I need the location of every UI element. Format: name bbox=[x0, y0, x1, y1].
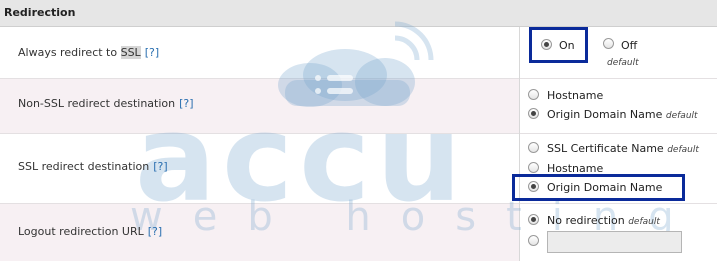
radio-ssl-on[interactable] bbox=[541, 39, 552, 50]
label-logout-url: Logout redirection URL [?] bbox=[18, 225, 162, 238]
default-note: default bbox=[607, 58, 639, 68]
option-label-ssl-cert: SSL Certificate Name default bbox=[547, 142, 699, 155]
radio-ssl-hostname[interactable] bbox=[528, 162, 539, 173]
radio-custom-url[interactable] bbox=[528, 235, 539, 246]
row-separator bbox=[0, 203, 717, 204]
help-link[interactable]: [?] bbox=[145, 46, 159, 59]
section-header: Redirection bbox=[0, 0, 717, 27]
redirection-panel: Redirection accu web hosting Always redi… bbox=[0, 0, 717, 261]
radio-no-redirection[interactable] bbox=[528, 214, 539, 225]
option-label-no-redirection: No redirection default bbox=[547, 214, 660, 227]
column-divider bbox=[519, 27, 520, 261]
radio-nonssl-origin[interactable] bbox=[528, 108, 539, 119]
help-link[interactable]: [?] bbox=[148, 225, 162, 238]
option-label-origin-domain: Origin Domain Name bbox=[547, 181, 663, 194]
label-text: Always redirect to bbox=[18, 46, 121, 59]
label-text: SSL redirect destination bbox=[18, 160, 150, 173]
help-link[interactable]: [?] bbox=[179, 97, 193, 110]
option-label-off: Off bbox=[621, 39, 638, 52]
option-text: No redirection bbox=[547, 214, 625, 227]
radio-ssl-off[interactable] bbox=[603, 38, 614, 49]
row-separator bbox=[0, 133, 717, 134]
radio-ssl-certificate-name[interactable] bbox=[528, 142, 539, 153]
label-highlight-ssl: SSL bbox=[120, 46, 141, 59]
option-text: SSL Certificate Name bbox=[547, 142, 664, 155]
label-ssl-destination: SSL redirect destination [?] bbox=[18, 160, 168, 173]
option-label-on: On bbox=[559, 39, 575, 52]
default-note: default bbox=[628, 217, 660, 227]
help-link[interactable]: [?] bbox=[153, 160, 167, 173]
default-note: default bbox=[665, 111, 698, 121]
label-text: Logout redirection URL bbox=[18, 225, 144, 238]
option-label-origin-domain: Origin Domain Name default bbox=[547, 108, 698, 121]
label-text: Non-SSL redirect destination bbox=[18, 97, 176, 110]
label-nonssl-destination: Non-SSL redirect destination [?] bbox=[18, 97, 194, 110]
option-label-hostname: Hostname bbox=[547, 89, 604, 102]
row-separator bbox=[0, 78, 717, 79]
section-title: Redirection bbox=[4, 6, 76, 19]
default-note: default bbox=[667, 145, 699, 155]
radio-ssl-origin[interactable] bbox=[528, 181, 539, 192]
option-text: Origin Domain Name bbox=[547, 108, 663, 121]
radio-nonssl-hostname[interactable] bbox=[528, 89, 539, 100]
logout-url-input[interactable] bbox=[547, 231, 682, 253]
label-always-redirect-ssl: Always redirect to SSL [?] bbox=[18, 46, 159, 59]
